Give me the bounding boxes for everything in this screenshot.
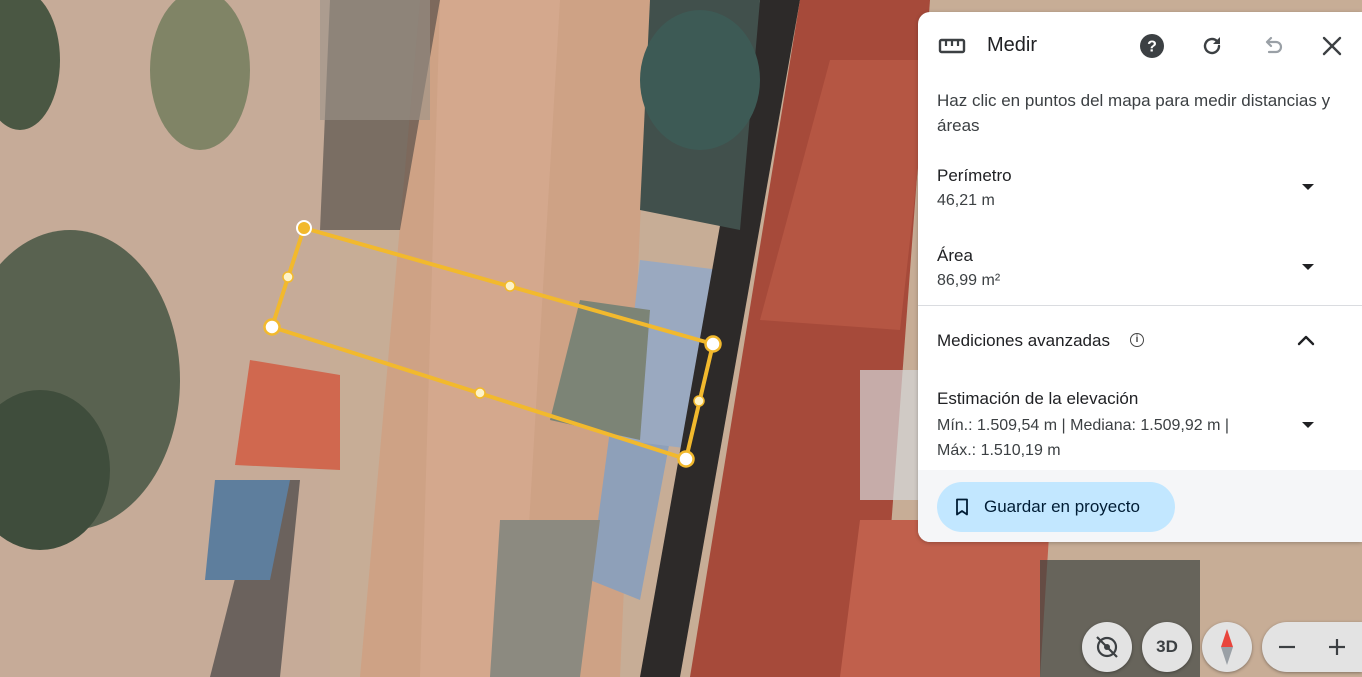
- perimeter-label: Perímetro: [937, 166, 1012, 185]
- measure-panel: Medir ? Haz clic en puntos del mapa para…: [918, 12, 1362, 542]
- tilt-toggle-button[interactable]: [1082, 622, 1132, 672]
- midpoint-handle: [282, 271, 294, 283]
- svg-text:?: ?: [1147, 39, 1157, 56]
- vertex-handle: [704, 335, 722, 353]
- instructions-text: Haz clic en puntos del mapa para medir d…: [937, 91, 1331, 135]
- midpoint-handle: [693, 395, 705, 407]
- save-to-project-button[interactable]: Guardar en proyecto: [937, 482, 1175, 532]
- 3d-label: 3D: [1156, 637, 1178, 656]
- perimeter-value: 46,21 m: [937, 192, 995, 209]
- panel-footer: Guardar en proyecto: [918, 470, 1362, 542]
- perimeter-row[interactable]: Perímetro 46,21 m: [918, 162, 1362, 222]
- zoom-in-icon: [1329, 639, 1345, 655]
- save-to-project-label: Guardar en proyecto: [984, 497, 1140, 516]
- 3d-button[interactable]: 3D: [1142, 622, 1192, 672]
- close-icon: [1322, 36, 1342, 56]
- elevation-label: Estimación de la elevación: [937, 389, 1139, 408]
- info-icon[interactable]: i: [1130, 333, 1144, 347]
- help-button[interactable]: ?: [1136, 30, 1168, 62]
- chevron-down-icon: [1302, 422, 1314, 428]
- vertex-handle: [296, 220, 312, 236]
- advanced-measurements-label[interactable]: Mediciones avanzadas: [937, 331, 1110, 351]
- midpoint-handle: [474, 387, 486, 399]
- area-label: Área: [937, 246, 973, 265]
- midpoint-handle: [504, 280, 516, 292]
- close-button[interactable]: [1316, 30, 1348, 62]
- zoom-controls: [1262, 622, 1362, 672]
- bookmark-icon: [956, 498, 968, 516]
- panel-title: Medir: [987, 34, 1038, 56]
- chevron-up-icon[interactable]: [1296, 333, 1316, 347]
- chevron-down-icon: [1302, 184, 1314, 190]
- compass-icon: [1221, 629, 1233, 665]
- refresh-button[interactable]: [1196, 30, 1228, 62]
- area-row[interactable]: Área 86,99 m²: [918, 242, 1362, 302]
- zoom-out-button[interactable]: [1262, 622, 1312, 672]
- undo-icon: [1265, 36, 1283, 54]
- ruler-icon: [938, 38, 966, 54]
- compass-button[interactable]: [1202, 622, 1252, 672]
- undo-button[interactable]: [1256, 30, 1288, 62]
- chevron-down-icon: [1302, 264, 1314, 270]
- vertex-handle: [263, 318, 281, 336]
- vertex-handle: [677, 450, 695, 468]
- zoom-in-button[interactable]: [1312, 622, 1362, 672]
- divider: [918, 305, 1362, 306]
- refresh-icon: [1203, 37, 1221, 55]
- area-value: 86,99 m²: [937, 272, 1001, 289]
- elevation-value: Mín.: 1.509,54 m | Mediana: 1.509,92 m |…: [937, 417, 1230, 459]
- help-icon: ?: [1140, 34, 1164, 58]
- zoom-out-icon: [1279, 645, 1295, 649]
- tilt-off-icon: [1096, 636, 1118, 658]
- panel-header: Medir ?: [918, 12, 1362, 82]
